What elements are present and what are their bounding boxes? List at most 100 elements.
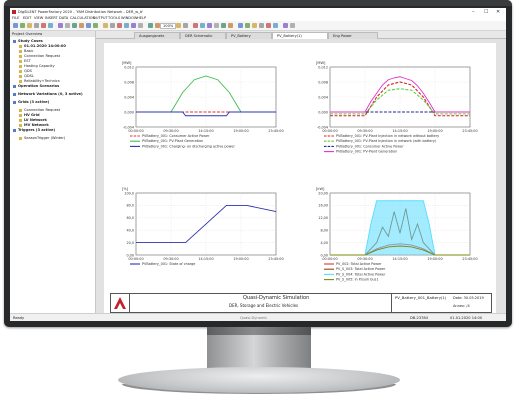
menu-calculation[interactable]: CALCULATION (70, 16, 95, 20)
sidebar-tree-item[interactable]: Grids (3 active) (13, 100, 49, 104)
sidebar-tree-item[interactable]: SeasonTrigger (Winter) (19, 136, 65, 140)
toolbar-button-icon[interactable] (200, 23, 205, 28)
tab-pv-battery-1[interactable]: PV_Battery(1) (272, 32, 328, 39)
toolbar-button-icon[interactable] (273, 23, 278, 28)
toolbar-button-icon[interactable] (259, 23, 264, 28)
x-tick-label: 14:15:00 (198, 257, 213, 261)
sidebar-tree-item[interactable]: Triggers (3 active) (13, 128, 55, 132)
legend-label: PVBattery_001: PV-Plant Injection in net… (336, 134, 439, 138)
legend-label: PV_S_003: Total Active Power (336, 267, 386, 271)
x-tick-label: 19:00:00 (233, 129, 248, 133)
menu-edit[interactable]: EDIT (23, 16, 31, 20)
toolbar-button-icon[interactable] (183, 23, 188, 28)
maximize-button[interactable]: ☐ (484, 9, 488, 15)
tab-der-schematic[interactable]: DER Schematic (180, 32, 226, 39)
sidebar-tree-item[interactable]: LV Network (19, 118, 47, 122)
zoom-level[interactable]: 100% (160, 23, 177, 29)
sidebar-tree-item-label: Triggers (3 active) (18, 128, 56, 132)
sidebar-tree-item[interactable]: Connection Request (19, 54, 60, 58)
menu-view[interactable]: VIEW (34, 16, 43, 20)
screen: DIgSILENT PowerFactory 2020 - 'YAM Distr… (10, 8, 506, 321)
sidebar-tree-item[interactable]: Connection Request (19, 108, 60, 112)
menu-output[interactable]: OUTPUT (93, 16, 108, 20)
toolbar-button-icon[interactable] (214, 23, 219, 28)
sidebar-tree-item[interactable]: HV Grid (19, 113, 40, 117)
toolbar-button-icon[interactable] (93, 23, 98, 28)
x-tick-label: 00:00:00 (322, 257, 337, 261)
sidebar-tree-item[interactable]: Hosting Capacity (19, 64, 55, 68)
toolbar-button-icon[interactable] (207, 23, 212, 28)
toolbar-button-icon[interactable] (176, 23, 181, 28)
toolbar-button-icon[interactable] (58, 23, 63, 28)
toolbar-button-icon[interactable] (193, 23, 198, 28)
tab-pv-battery[interactable]: PV_Battery (226, 32, 272, 39)
tab-ausgangsnetz[interactable]: Ausgangsnetz (134, 32, 180, 39)
menu-file[interactable]: FILE (12, 16, 19, 20)
x-tick-label: 00:00:00 (128, 257, 143, 261)
y-tick-label: 20,00 (318, 191, 328, 195)
toolbar-button-icon[interactable] (34, 23, 39, 28)
toolbar-button-icon[interactable] (283, 23, 288, 28)
tab-label: PV_Battery (231, 34, 251, 38)
toolbar-button-icon[interactable] (117, 23, 122, 28)
sidebar-tree-item[interactable]: 01.01.2020 14:00:00 (19, 44, 66, 48)
sidebar-tree-item[interactable]: Study Cases (13, 39, 43, 43)
x-tick-label: 23:45:00 (268, 257, 283, 261)
toolbar-button-icon[interactable] (110, 23, 115, 28)
menu-insert[interactable]: INSERT (45, 16, 58, 20)
y-axis-label: [MW] (316, 61, 326, 65)
toolbar-button-icon[interactable] (228, 23, 233, 28)
sidebar-tree-item-label: Operation Scenarios (18, 84, 60, 88)
y-tick-label: 0,012 (318, 65, 328, 69)
plot-sheet: 0,012 0,008 0,004 0,000 -0,004 00:00:00 09:30:… (104, 43, 496, 313)
minimize-button[interactable]: – (472, 9, 475, 15)
legend-label: PVBattery_001: PV-Plant Injection in net… (336, 139, 437, 143)
toolbar-button-icon[interactable] (138, 23, 143, 28)
sidebar-tree-item[interactable]: Basic (19, 49, 34, 53)
x-tick-label: 00:00:00 (322, 129, 337, 133)
menu-data[interactable]: DATA (59, 16, 68, 20)
toolbar-button-icon[interactable] (72, 23, 77, 28)
toolbar-button-icon[interactable] (79, 23, 84, 28)
tab-eng-power[interactable]: Eng Power (328, 32, 378, 39)
folder-icon (19, 69, 22, 73)
footer-date: Date: 30.05.2019 (453, 296, 484, 300)
toolbar-button-icon[interactable] (266, 23, 271, 28)
legend-label: PVBattery_001: Consumer Active Power (336, 144, 404, 148)
toolbar-button-icon[interactable] (20, 23, 25, 28)
x-tick-label: 23:45:00 (268, 129, 283, 133)
close-button[interactable]: ✕ (496, 9, 500, 15)
toolbar-button-icon[interactable] (86, 23, 91, 28)
toolbar-button-icon[interactable] (245, 23, 250, 28)
sidebar-tree-item[interactable]: Reliability+Technics (19, 79, 60, 83)
legend-label: PVBattery_001: State of charge (142, 262, 195, 266)
toolbar-button-icon[interactable] (148, 23, 153, 28)
sidebar-tree-item[interactable]: Network Variations (0, 3 active) (13, 92, 83, 96)
toolbar-button-icon[interactable] (124, 23, 129, 28)
sidebar-tree-item[interactable]: QDSL (19, 74, 34, 78)
toolbar-button-icon[interactable] (65, 23, 70, 28)
toolbar-button-icon[interactable] (13, 23, 18, 28)
sidebar-tree-item-label: HV Grid (24, 113, 40, 117)
menu-window[interactable]: WINDOW (121, 16, 137, 20)
toolbar-button-icon[interactable] (48, 23, 53, 28)
sidebar-tree-item[interactable]: MV Network (19, 123, 49, 127)
toolbar-button-icon[interactable] (131, 23, 136, 28)
folder-icon (19, 108, 22, 112)
toolbar-button-icon[interactable] (290, 23, 295, 28)
menu-help[interactable]: HELP (137, 16, 146, 20)
toolbar-button-icon[interactable] (238, 23, 243, 28)
toolbar-button-icon[interactable] (103, 23, 108, 28)
toolbar-button-icon[interactable] (27, 23, 32, 28)
legend-label: PV_S_005: in P/sum bus1 (336, 278, 378, 282)
toolbar-button-icon[interactable] (41, 23, 46, 28)
toolbar-button-icon[interactable] (221, 23, 226, 28)
sidebar-tree-item[interactable]: Operation Scenarios (13, 84, 59, 88)
legend-label: PVBattery_001: PV-Plant Generation (336, 150, 397, 154)
menu-tools[interactable]: TOOLS (108, 16, 120, 20)
sidebar-tree-item[interactable]: EST (19, 59, 31, 63)
y-tick-label: 60,0 (126, 216, 134, 220)
x-tick-label: 09:30:00 (357, 257, 372, 261)
sidebar-tree-item[interactable]: QDS (19, 69, 32, 73)
toolbar-button-icon[interactable] (252, 23, 257, 28)
